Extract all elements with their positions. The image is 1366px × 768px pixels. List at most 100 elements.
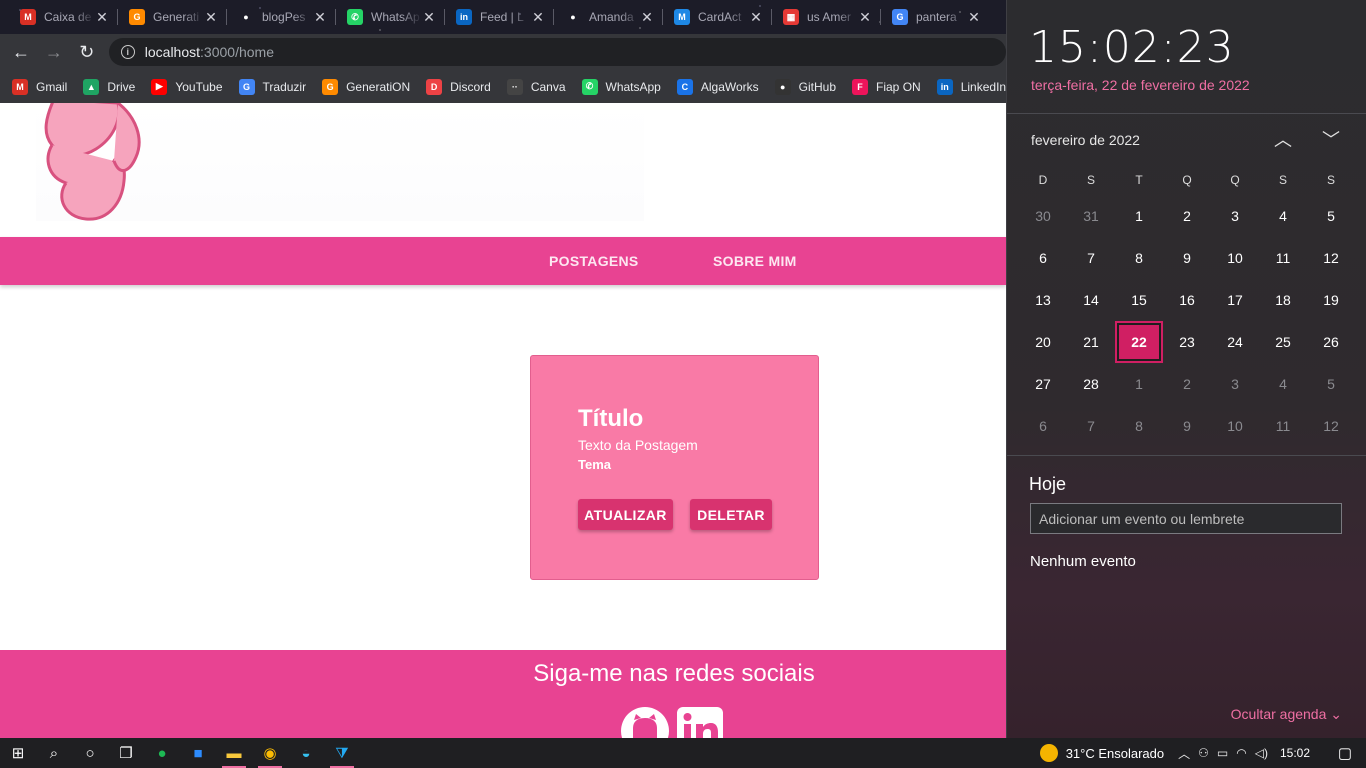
bookmark-discord[interactable]: D Discord	[426, 78, 491, 95]
delete-button[interactable]: DELETAR	[690, 499, 772, 530]
calendar-day[interactable]: 3	[1211, 363, 1259, 405]
calendar-day[interactable]: 19	[1307, 279, 1355, 321]
chrome-icon[interactable]: ◉	[252, 738, 288, 768]
calendar-day[interactable]: 1	[1115, 363, 1163, 405]
battery-icon[interactable]: ▭	[1217, 746, 1228, 760]
calendar-day[interactable]: 17	[1211, 279, 1259, 321]
browser-tab[interactable]: ● blogPes ✕	[226, 0, 335, 34]
weather-text[interactable]: 31°C Ensolarado	[1066, 746, 1164, 761]
calendar-day[interactable]: 24	[1211, 321, 1259, 363]
hide-agenda-button[interactable]: Ocultar agenda ⌄	[1231, 706, 1342, 723]
calendar-day[interactable]: 5	[1307, 363, 1355, 405]
bookmark-github[interactable]: ● GitHub	[774, 78, 836, 95]
cortana-icon[interactable]: ○	[72, 738, 108, 768]
calendar-day[interactable]: 20	[1019, 321, 1067, 363]
volume-icon[interactable]: ◁)	[1255, 746, 1268, 760]
calendar-day[interactable]: 11	[1259, 405, 1307, 447]
meet-now-icon[interactable]: ⚇	[1198, 746, 1209, 760]
sun-icon[interactable]	[1039, 744, 1058, 762]
calendar-day[interactable]: 18	[1259, 279, 1307, 321]
calendar-day[interactable]: 7	[1067, 405, 1115, 447]
browser-tab[interactable]: M Caixa de ✕	[8, 0, 117, 34]
calendar-day[interactable]: 27	[1019, 363, 1067, 405]
github-social-icon[interactable]	[620, 706, 670, 738]
calendar-day[interactable]: 13	[1019, 279, 1067, 321]
site-info-icon[interactable]: i	[120, 45, 135, 59]
calendar-day[interactable]: 9	[1163, 237, 1211, 279]
calendar-day[interactable]: 9	[1163, 405, 1211, 447]
calendar-day[interactable]: 14	[1067, 279, 1115, 321]
close-tab-icon[interactable]: ✕	[95, 9, 109, 26]
url-text[interactable]: localhost:3000/home	[145, 44, 274, 60]
bookmark-traduzir[interactable]: G Traduzir	[238, 78, 306, 95]
calendar-day[interactable]: 1	[1115, 195, 1163, 237]
bookmark-whatsapp[interactable]: ✆ WhatsApp	[581, 78, 661, 95]
calendar-day[interactable]: 26	[1307, 321, 1355, 363]
calendar-day[interactable]: 10	[1211, 237, 1259, 279]
close-tab-icon[interactable]: ✕	[422, 9, 436, 26]
bookmark-youtube[interactable]: ▶ YouTube	[151, 78, 223, 95]
chevron-up-icon[interactable]: ︿	[1178, 745, 1190, 762]
notification-center-icon[interactable]: ▢	[1324, 738, 1366, 768]
close-tab-icon[interactable]: ✕	[640, 9, 654, 26]
previous-month-icon[interactable]: ︿	[1271, 128, 1295, 152]
browser-tab[interactable]: ● Amanda ✕	[553, 0, 662, 34]
close-tab-icon[interactable]: ✕	[313, 9, 327, 26]
month-title[interactable]: fevereiro de 2022	[1031, 132, 1140, 148]
back-icon[interactable]: ←	[9, 40, 33, 64]
flyout-date[interactable]: terça-feira, 22 de fevereiro de 2022	[1031, 77, 1250, 93]
close-tab-icon[interactable]: ✕	[858, 9, 872, 26]
calendar-day[interactable]: 15	[1115, 279, 1163, 321]
wifi-icon[interactable]: ◠	[1236, 746, 1246, 760]
reload-icon[interactable]: ↻	[75, 40, 99, 64]
linkedin-social-icon[interactable]	[676, 706, 724, 738]
calendar-day[interactable]: 5	[1307, 195, 1355, 237]
browser-tab[interactable]: G Generati ✕	[117, 0, 226, 34]
next-month-icon[interactable]: ﹀	[1319, 128, 1343, 152]
calendar-day[interactable]: 30	[1019, 195, 1067, 237]
calendar-day[interactable]: 12	[1307, 237, 1355, 279]
calendar-day[interactable]: 4	[1259, 363, 1307, 405]
calendar-day[interactable]: 8	[1115, 405, 1163, 447]
bookmark-linkedin[interactable]: in LinkedIn	[936, 78, 1006, 95]
calendar-day[interactable]: 28	[1067, 363, 1115, 405]
bookmark-drive[interactable]: ▲ Drive	[83, 78, 135, 95]
close-tab-icon[interactable]: ✕	[967, 9, 981, 26]
nav-postagens-link[interactable]: POSTAGENS	[549, 237, 639, 285]
calendar-day[interactable]: 6	[1019, 405, 1067, 447]
calendar-day[interactable]: 2	[1163, 363, 1211, 405]
task-view-icon[interactable]: ❐	[108, 738, 144, 768]
spotify-icon[interactable]: ●	[144, 738, 180, 768]
search-icon[interactable]: ⌕	[36, 738, 72, 768]
calendar-day[interactable]: 7	[1067, 237, 1115, 279]
calendar-day[interactable]: 6	[1019, 237, 1067, 279]
browser-tab[interactable]: in Feed | L ✕	[444, 0, 553, 34]
calendar-day[interactable]: 8	[1115, 237, 1163, 279]
calendar-day[interactable]: 2	[1163, 195, 1211, 237]
nav-sobre-mim-link[interactable]: SOBRE MIM	[713, 237, 797, 285]
taskbar-clock[interactable]: 15:02	[1280, 746, 1310, 760]
forward-icon[interactable]: →	[42, 40, 66, 64]
browser-tab[interactable]: ✆ WhatsAp ✕	[335, 0, 444, 34]
browser-tab[interactable]: M CardAct ✕	[662, 0, 771, 34]
calendar-day[interactable]: 16	[1163, 279, 1211, 321]
calendar-day[interactable]: 4	[1259, 195, 1307, 237]
add-event-input[interactable]	[1030, 503, 1342, 534]
calendar-day[interactable]: 12	[1307, 405, 1355, 447]
bookmark-generation[interactable]: G Generati​ON	[322, 78, 410, 95]
close-tab-icon[interactable]: ✕	[749, 9, 763, 26]
bookmark-fiapon[interactable]: F Fiap ON	[852, 78, 921, 95]
calendar-day[interactable]: 23	[1163, 321, 1211, 363]
calendar-day-today[interactable]: 22	[1115, 321, 1163, 363]
calendar-day[interactable]: 3	[1211, 195, 1259, 237]
address-bar[interactable]: i localhost:3000/home	[108, 38, 1006, 66]
calendar-day[interactable]: 31	[1067, 195, 1115, 237]
file-explorer-icon[interactable]: ▬	[216, 738, 252, 768]
calendar-day[interactable]: 11	[1259, 237, 1307, 279]
close-tab-icon[interactable]: ✕	[204, 9, 218, 26]
bookmark-gmail[interactable]: M Gmail	[12, 78, 67, 95]
start-icon[interactable]: ⊞	[0, 738, 36, 768]
bookmark-algaworks[interactable]: C AlgaWorks	[676, 78, 759, 95]
calendar-day[interactable]: 21	[1067, 321, 1115, 363]
calendar-day[interactable]: 10	[1211, 405, 1259, 447]
